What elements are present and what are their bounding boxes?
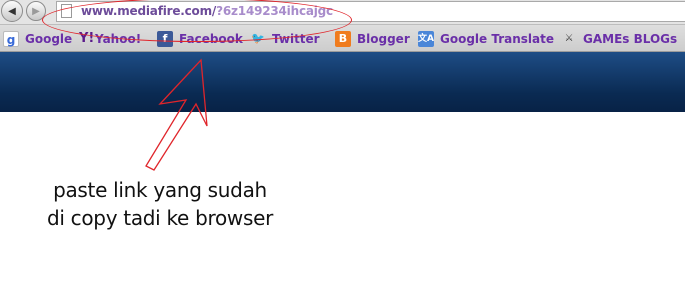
bookmark-facebook[interactable]: f Facebook [157,30,243,47]
instruction-line-2: di copy tadi ke browser [46,206,274,230]
bookmark-label: Twitter [272,31,320,46]
bookmark-yahoo[interactable]: Y! Yahoo! [79,30,141,47]
bookmark-label: Facebook [179,31,243,46]
bookmark-label: GAMEs BLOGs [583,31,678,46]
bookmark-label: Yahoo! [95,31,142,46]
bookmark-label: Google Translate [440,31,555,46]
back-arrow-icon: ◀ [8,5,16,17]
address-bar-row: ◀ ▶ www.mediafire.com/?6z149234ihcajgc [0,0,685,25]
url-host: www.mediafire.com/ [81,4,217,18]
back-button[interactable]: ◀ [1,0,23,22]
url-input[interactable]: www.mediafire.com/?6z149234ihcajgc [56,1,685,22]
blogger-icon: B [335,30,351,47]
bookmark-label: Blogger [357,31,410,46]
url-text: www.mediafire.com/?6z149234ihcajgc [81,4,333,18]
instruction-text: paste link yang sudah di copy tadi ke br… [40,176,280,232]
bookmark-label: Google [25,31,73,46]
bookmark-google-translate[interactable]: 文A Google Translate [418,30,554,47]
bookmarks-bar: g Google Y! Yahoo! f Facebook 🐦 Twitter … [0,25,685,52]
page-icon [61,4,72,18]
google-icon: g [3,30,19,47]
bookmark-twitter[interactable]: 🐦 Twitter [250,30,320,47]
translate-icon: 文A [418,30,434,47]
instruction-line-1: paste link yang sudah [53,178,267,202]
forward-arrow-icon: ▶ [32,5,40,17]
facebook-icon: f [157,30,173,47]
games-icon: ⚔ [564,32,574,44]
bookmark-blogger[interactable]: B Blogger [335,30,410,47]
twitter-icon: 🐦 [251,31,265,45]
bookmark-games-blogs[interactable]: ⚔ GAMEs BLOGs [561,30,678,47]
forward-button[interactable]: ▶ [26,1,46,21]
yahoo-icon: Y! [79,30,95,46]
site-header-banner [0,52,685,112]
bookmark-google[interactable]: g Google [3,30,72,47]
url-path: ?6z149234ihcajgc [216,4,333,18]
